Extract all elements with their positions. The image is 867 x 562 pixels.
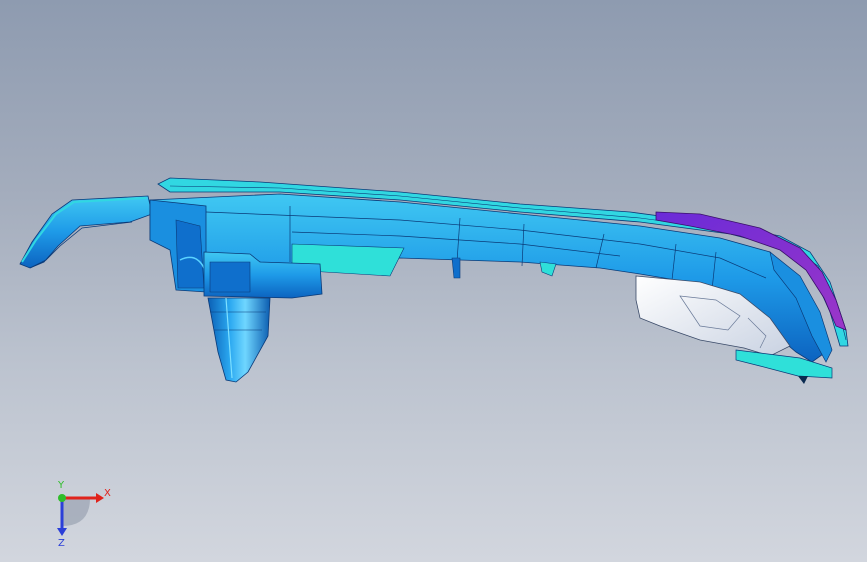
x-axis-label: X — [104, 488, 111, 499]
orientation-triad: X Y Z — [57, 480, 111, 549]
z-axis-label: Z — [58, 538, 65, 549]
cad-model-view[interactable] — [0, 0, 867, 562]
left-wing — [19, 195, 153, 269]
y-axis-label: Y — [57, 480, 65, 491]
y-axis-icon — [58, 494, 66, 502]
triad-shadow — [62, 498, 90, 526]
graphics-viewport[interactable]: X Y Z — [0, 0, 867, 562]
small-clip — [451, 257, 461, 279]
mounting-pin — [207, 297, 271, 383]
small-tab — [539, 261, 557, 277]
